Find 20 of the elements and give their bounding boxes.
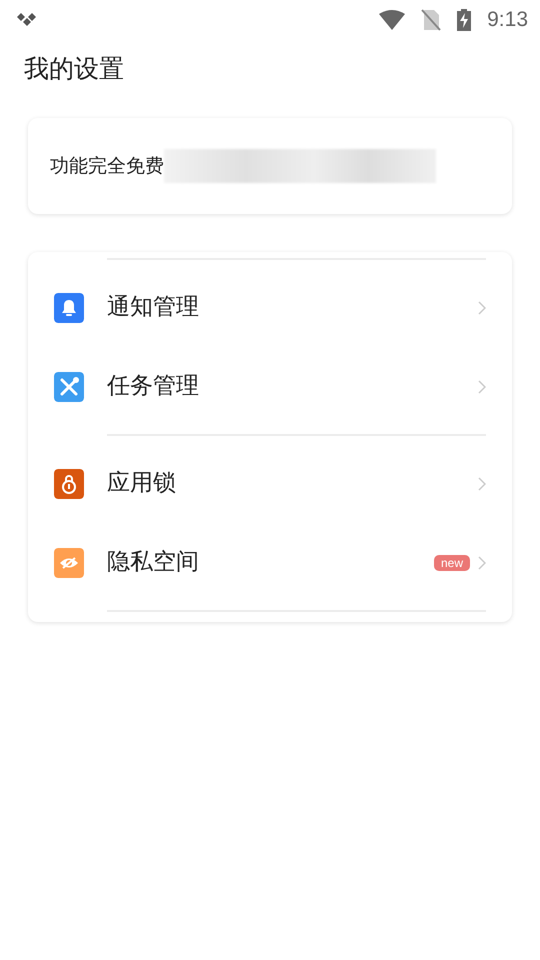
menu-label: 应用锁 (107, 469, 176, 498)
menu-label: 隐私空间 (107, 548, 199, 578)
status-time: 9:13 (487, 7, 528, 34)
menu-label: 任务管理 (107, 372, 199, 402)
wifi-icon (379, 10, 406, 30)
no-sim-icon (421, 9, 442, 31)
battery-charging-icon (457, 9, 472, 31)
chevron-right-icon (478, 476, 486, 490)
promo-text: 功能完全免费 (50, 154, 164, 179)
chevron-right-icon (478, 556, 486, 570)
chevron-right-icon (478, 300, 486, 314)
menu-label: 通知管理 (107, 293, 199, 322)
new-badge: new (434, 554, 470, 570)
menu-item[interactable]: 通知管理 (54, 268, 486, 347)
menu-item[interactable]: 隐私空间 new (54, 523, 486, 602)
app-logo-icon (16, 12, 38, 28)
menu-item[interactable]: 应用锁 (54, 444, 486, 523)
menu-item[interactable]: 任务管理 (54, 347, 486, 426)
page-title: 我的设置 (24, 54, 125, 84)
chevron-right-icon (478, 380, 486, 394)
